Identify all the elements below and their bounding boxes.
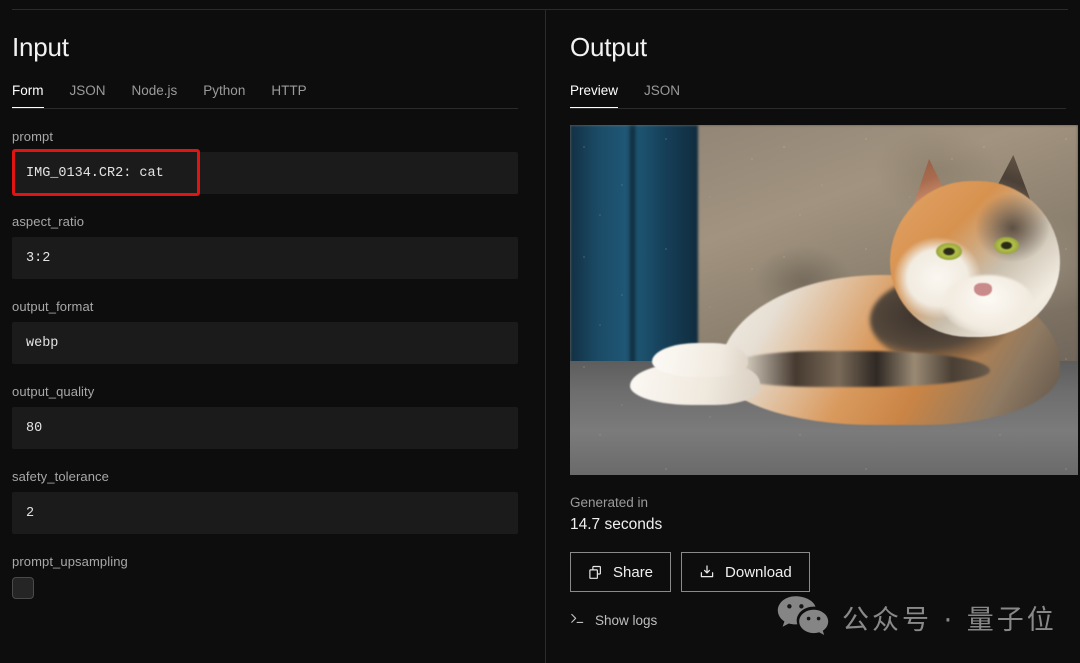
cat-eye-right xyxy=(994,237,1019,254)
field-label-output-format: output_format xyxy=(12,299,533,314)
tab-form[interactable]: Form xyxy=(12,83,44,109)
output-format-input[interactable]: webp xyxy=(12,322,518,364)
input-panel: Input Form JSON Node.js Python HTTP prom… xyxy=(0,10,545,663)
tab-python[interactable]: Python xyxy=(203,83,245,109)
output-preview-image[interactable] xyxy=(570,125,1078,475)
field-label-safety-tolerance: safety_tolerance xyxy=(12,469,533,484)
output-action-buttons: Share Download xyxy=(570,552,1080,592)
field-label-prompt-upsampling: prompt_upsampling xyxy=(12,554,533,569)
field-label-aspect-ratio: aspect_ratio xyxy=(12,214,533,229)
prompt-input-wrapper: IMG_0134.CR2: cat xyxy=(12,152,533,194)
field-output-quality: output_quality 80 xyxy=(12,384,533,449)
app-root: Input Form JSON Node.js Python HTTP prom… xyxy=(0,0,1080,663)
field-output-format: output_format webp xyxy=(12,299,533,364)
tab-json-output[interactable]: JSON xyxy=(644,83,680,109)
prompt-upsampling-checkbox[interactable] xyxy=(12,577,34,599)
prompt-input[interactable]: IMG_0134.CR2: cat xyxy=(12,152,518,194)
cat-tail xyxy=(720,351,990,387)
output-panel-title: Output xyxy=(570,32,1080,63)
preview-image-content xyxy=(570,125,1078,475)
generated-in-value: 14.7 seconds xyxy=(570,516,1080,534)
download-icon xyxy=(699,564,715,580)
field-aspect-ratio: aspect_ratio 3:2 xyxy=(12,214,533,279)
output-tabs: Preview JSON xyxy=(570,83,1080,109)
generated-in-label: Generated in xyxy=(570,495,1080,510)
copy-icon xyxy=(588,565,603,580)
cat-front-paw-upper xyxy=(652,343,748,377)
output-quality-input[interactable]: 80 xyxy=(12,407,518,449)
field-label-output-quality: output_quality xyxy=(12,384,533,399)
terminal-icon xyxy=(570,612,585,628)
download-button-label: Download xyxy=(725,564,792,581)
tab-json-input[interactable]: JSON xyxy=(70,83,106,109)
show-logs-label: Show logs xyxy=(595,613,657,628)
tab-preview[interactable]: Preview xyxy=(570,83,618,109)
tab-nodejs[interactable]: Node.js xyxy=(132,83,178,109)
input-tabs: Form JSON Node.js Python HTTP xyxy=(12,83,533,109)
aspect-ratio-input[interactable]: 3:2 xyxy=(12,237,518,279)
download-button[interactable]: Download xyxy=(681,552,810,592)
tab-http[interactable]: HTTP xyxy=(271,83,306,109)
output-panel: Output Preview JSON xyxy=(546,10,1080,663)
field-safety-tolerance: safety_tolerance 2 xyxy=(12,469,533,534)
share-button[interactable]: Share xyxy=(570,552,671,592)
field-label-prompt: prompt xyxy=(12,129,533,144)
field-prompt: prompt IMG_0134.CR2: cat xyxy=(12,129,533,194)
show-logs-toggle[interactable]: Show logs xyxy=(570,612,1080,628)
input-panel-title: Input xyxy=(12,32,533,63)
share-button-label: Share xyxy=(613,564,653,581)
safety-tolerance-input[interactable]: 2 xyxy=(12,492,518,534)
cat-eye-left xyxy=(936,243,962,260)
cat-nose xyxy=(974,283,992,296)
field-prompt-upsampling: prompt_upsampling xyxy=(12,554,533,599)
